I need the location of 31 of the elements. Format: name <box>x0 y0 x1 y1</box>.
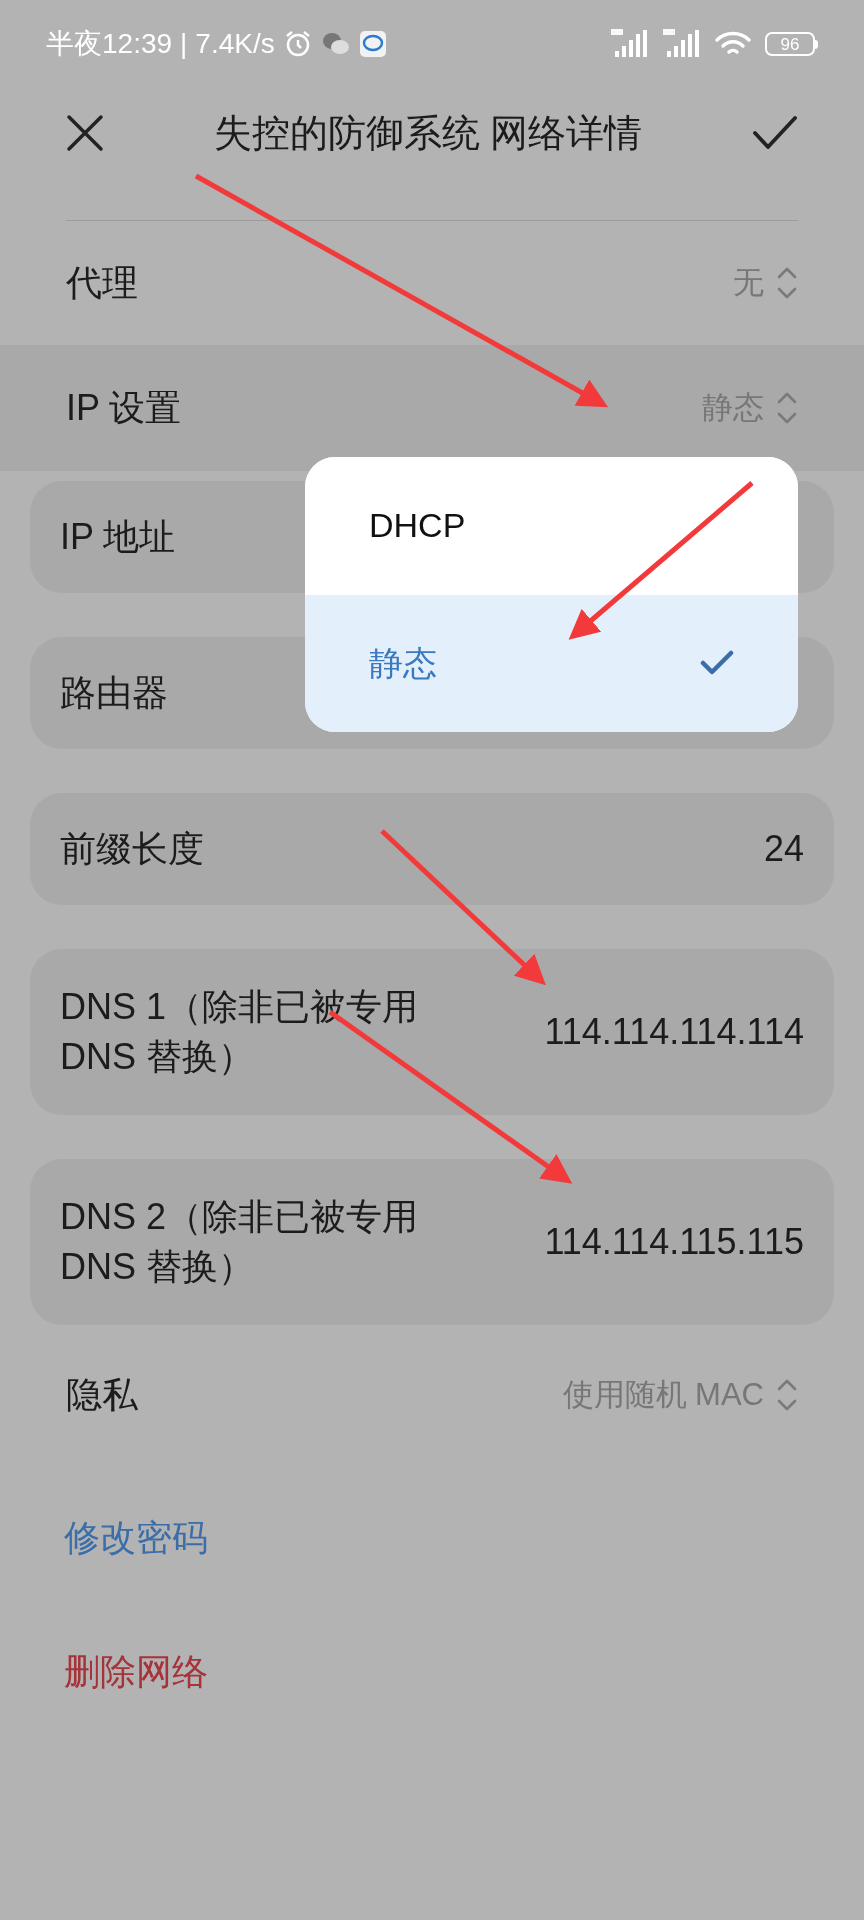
setting-row[interactable]: 代理 无 <box>0 221 864 345</box>
menu-option[interactable]: 静态 <box>305 594 798 732</box>
network-speed: 7.4K/s <box>195 27 275 61</box>
battery-level: 96 <box>780 35 800 53</box>
setting-label: 隐私 <box>66 1373 138 1417</box>
status-time: 半夜12:39 <box>46 27 173 61</box>
field-label: IP 地址 <box>60 514 176 559</box>
field-label: DNS 2（除非已被专用 DNS 替换） <box>60 1194 420 1289</box>
field-label: 路由器 <box>60 670 168 715</box>
up-down-icon <box>776 265 798 301</box>
message-icon <box>358 30 387 58</box>
status-separator: | <box>180 27 188 61</box>
up-down-icon <box>776 1377 798 1413</box>
field-value: 24 <box>763 827 804 871</box>
check-icon <box>700 650 734 677</box>
signal-icon <box>609 29 649 59</box>
field-label: 前缀长度 <box>60 826 204 871</box>
field-card[interactable]: 前缀长度 24 <box>30 793 834 905</box>
window-title: 失控的防御系统 网络详情 <box>213 110 643 156</box>
setting-label: IP 设置 <box>66 386 182 430</box>
up-down-icon <box>776 390 798 426</box>
signal-icon <box>661 29 701 59</box>
field-card[interactable]: DNS 2（除非已被专用 DNS 替换） 114.114.115.115 <box>30 1159 834 1325</box>
chat-icon <box>320 31 351 57</box>
setting-label: 代理 <box>66 261 138 305</box>
field-value: 114.114.115.115 <box>544 1220 804 1264</box>
field-value: 114.114.114.114 <box>544 1010 804 1054</box>
setting-value: 使用随机 MAC <box>562 1375 764 1414</box>
setting-value: 无 <box>733 263 764 302</box>
close-icon[interactable] <box>66 114 104 152</box>
confirm-check-icon[interactable] <box>752 115 798 151</box>
